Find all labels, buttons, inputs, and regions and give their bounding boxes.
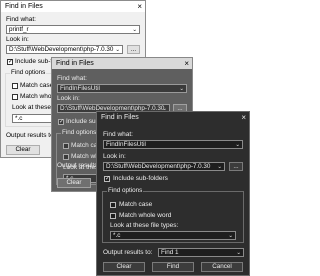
include-subfolders-checkbox[interactable]: ✓ <box>58 119 64 125</box>
clear-button[interactable]: Clear <box>57 178 91 188</box>
close-icon[interactable]: × <box>137 2 142 11</box>
file-types-value: *.c <box>15 115 23 122</box>
match-case-checkbox[interactable] <box>63 143 69 149</box>
find-what-label: Find what: <box>6 16 36 23</box>
title-bar: Find in Files × <box>52 58 192 69</box>
close-icon[interactable]: × <box>241 113 246 122</box>
clear-button[interactable]: Clear <box>6 145 40 155</box>
find-options-label: Find options <box>107 187 144 195</box>
find-options-label: Find options <box>10 69 47 77</box>
match-whole-word-checkbox[interactable] <box>12 94 18 100</box>
title-bar: Find in Files × <box>97 112 249 123</box>
find-what-value: FindInFilesUtil <box>60 85 100 92</box>
file-types-combobox[interactable]: *.c ⌄ <box>110 231 236 240</box>
clear-button[interactable]: Clear <box>103 262 145 272</box>
look-in-label: Look in: <box>6 36 29 43</box>
find-in-files-dialog-dark: Find in Files × Find what: FindInFilesUt… <box>96 111 250 276</box>
look-in-combobox[interactable]: D:\Stuff\WebDevelopment\php-7.0.30 ⌄ <box>6 45 123 54</box>
include-subfolders-label: Include sub-folders <box>113 175 168 182</box>
look-in-value: D:\Stuff\WebDevelopment\php-7.0.30 <box>106 163 211 170</box>
match-case-checkbox[interactable] <box>12 83 18 89</box>
chevron-down-icon[interactable]: ⌄ <box>179 86 184 92</box>
output-results-label: Output results to: <box>103 249 153 256</box>
match-case-checkbox[interactable] <box>110 202 116 208</box>
include-subfolders-checkbox[interactable]: ✓ <box>104 176 110 182</box>
file-types-value: *.c <box>113 232 121 239</box>
dialog-title: Find in Files <box>101 114 139 121</box>
find-what-label: Find what: <box>103 131 133 138</box>
chevron-down-icon[interactable]: ⌄ <box>235 142 240 148</box>
find-button[interactable]: Find <box>152 262 194 272</box>
match-whole-word-label: Match whole word <box>119 212 172 219</box>
output-results-combobox[interactable]: Find 1 ⌄ <box>158 248 244 257</box>
output-results-label: Output results to: <box>6 132 56 139</box>
cancel-button[interactable]: Cancel <box>201 262 243 272</box>
look-in-label: Look in: <box>57 95 80 102</box>
find-what-combobox[interactable]: printf_r ⌄ <box>6 25 140 34</box>
match-whole-word-checkbox[interactable] <box>63 154 69 160</box>
look-in-combobox[interactable]: D:\Stuff\WebDevelopment\php-7.0.30 ⌄ <box>103 162 225 171</box>
dialog-title: Find in Files <box>56 60 94 67</box>
find-options-label: Find options <box>61 129 98 137</box>
close-icon[interactable]: × <box>184 59 189 68</box>
browse-button[interactable]: ... <box>127 45 140 54</box>
find-what-combobox[interactable]: FindInFilesUtil ⌄ <box>103 140 243 149</box>
chevron-down-icon[interactable]: ⌄ <box>217 164 222 170</box>
look-in-value: D:\Stuff\WebDevelopment\php-7.0.30 <box>9 46 114 53</box>
output-results-value: Find 1 <box>161 249 179 256</box>
include-subfolders-checkbox[interactable]: ✓ <box>7 59 13 65</box>
dialog-title: Find in Files <box>5 3 43 10</box>
browse-button[interactable]: ... <box>229 162 243 171</box>
look-in-label: Look in: <box>103 153 126 160</box>
find-what-value: FindInFilesUtil <box>106 141 146 148</box>
file-types-label: Look at these file types: <box>110 222 179 229</box>
match-case-label: Match case <box>119 201 153 208</box>
chevron-down-icon[interactable]: ⌄ <box>132 27 137 33</box>
find-what-combobox[interactable]: FindInFilesUtil ⌄ <box>57 84 187 93</box>
chevron-down-icon[interactable]: ⌄ <box>115 47 120 53</box>
find-what-label: Find what: <box>57 75 87 82</box>
title-bar: Find in Files × <box>1 1 145 12</box>
chevron-down-icon[interactable]: ⌄ <box>236 250 241 256</box>
find-what-value: printf_r <box>9 26 29 33</box>
chevron-down-icon[interactable]: ⌄ <box>228 233 233 239</box>
match-case-label: Match case <box>20 82 54 89</box>
find-options-group: Find options Match case Match whole word… <box>102 187 244 243</box>
match-whole-word-checkbox[interactable] <box>110 213 116 219</box>
